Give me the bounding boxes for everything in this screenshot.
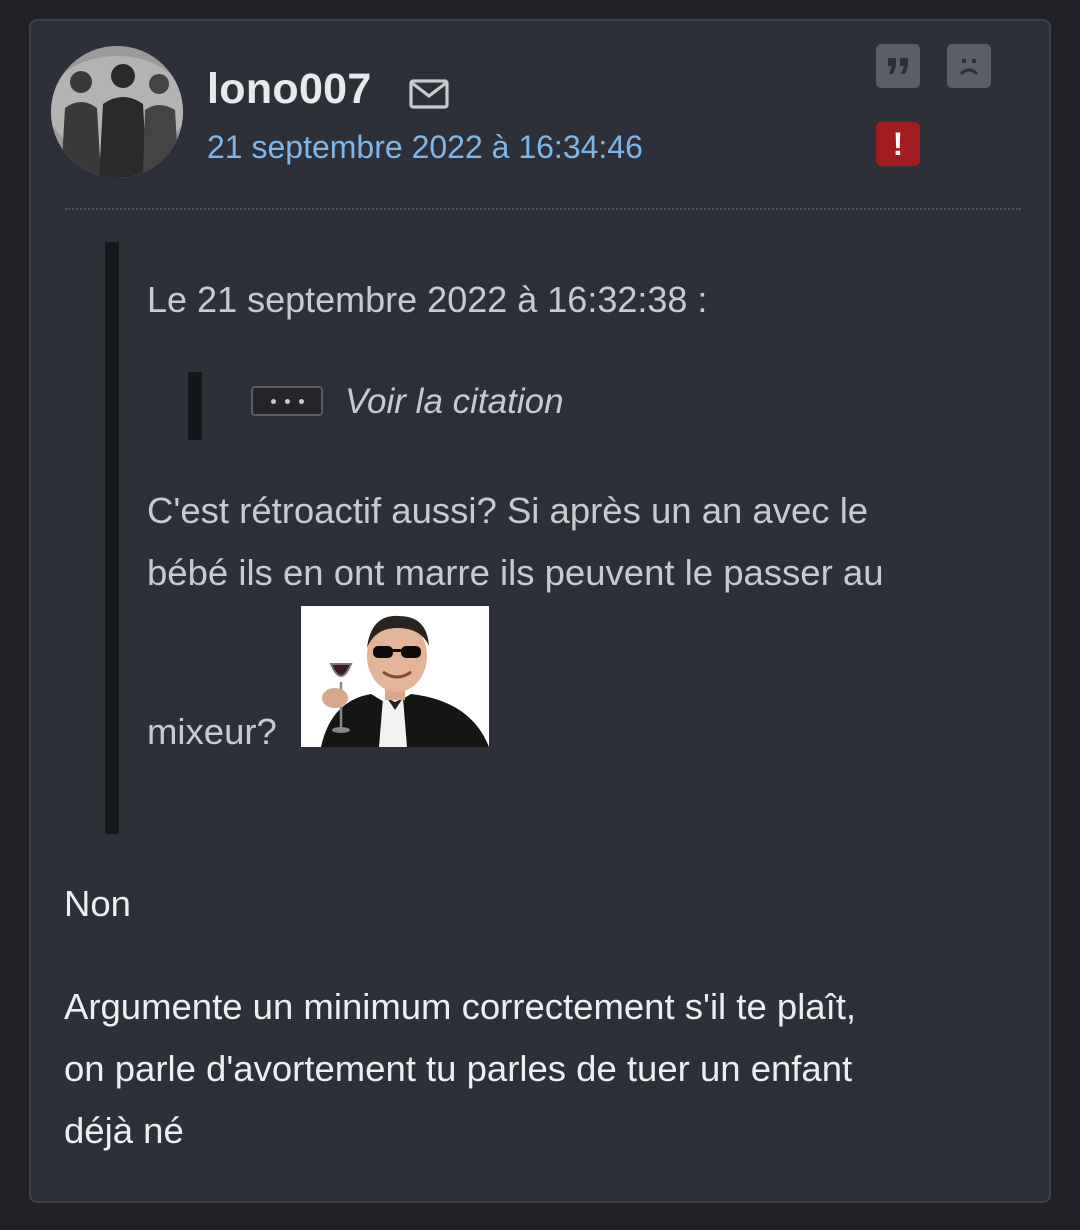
quote-header: Le 21 septembre 2022 à 16:32:38 :	[147, 279, 708, 320]
sad-face-icon	[959, 59, 979, 76]
post-timestamp[interactable]: 21 septembre 2022 à 16:34:46	[207, 129, 643, 166]
avatar[interactable]	[51, 46, 183, 178]
report-button[interactable]: !	[876, 122, 920, 166]
reply-line: Non	[64, 883, 131, 924]
expand-quote-button[interactable]	[251, 386, 323, 416]
author-name[interactable]: lono007	[207, 65, 372, 114]
reply-line: déjà né	[64, 1110, 184, 1151]
reply-line: on parle d'avortement tu parles de tuer …	[64, 1048, 853, 1089]
ellipsis-dot	[298, 398, 304, 404]
forum-post: lono007 21 septembre 2022 à 16:34:46 ! L…	[29, 19, 1051, 1203]
quote-button[interactable]	[876, 44, 920, 88]
ellipsis-icon	[270, 398, 276, 404]
ellipsis-dot	[284, 398, 290, 404]
quote-line: mixeur?	[147, 711, 277, 752]
nested-quote-bar	[188, 372, 202, 440]
envelope-icon[interactable]	[409, 78, 449, 110]
quote-line: bébé ils en ont marre ils peuvent le pas…	[147, 552, 884, 593]
sticker-image[interactable]	[301, 606, 489, 747]
quote-line: C'est rétroactif aussi? Si après un an a…	[147, 490, 869, 531]
avatar-image	[51, 46, 183, 178]
view-quote-link[interactable]: Voir la citation	[345, 382, 564, 422]
exclamation-icon: !	[892, 126, 904, 162]
sad-face-button[interactable]	[947, 44, 991, 88]
quote-icon	[888, 58, 908, 74]
header-separator	[65, 208, 1021, 210]
reply-line: Argumente un minimum correctement s'il t…	[64, 986, 857, 1027]
quote-bar	[105, 242, 119, 834]
